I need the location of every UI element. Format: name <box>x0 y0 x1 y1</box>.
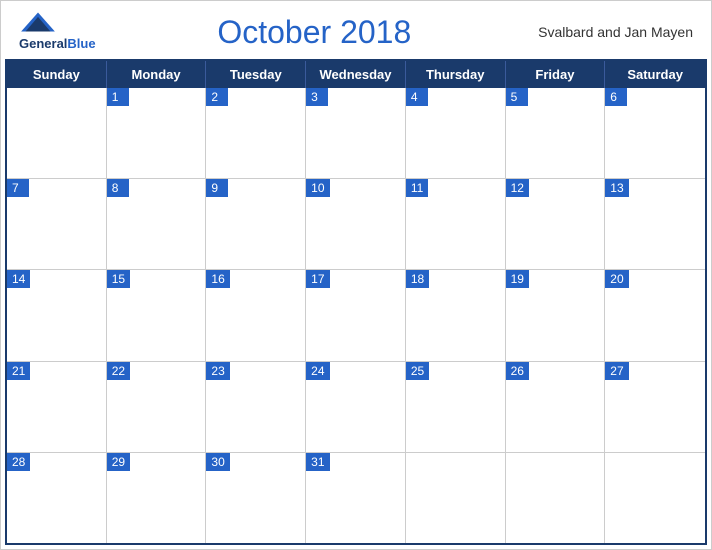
day-number: 14 <box>7 270 30 288</box>
day-number: 15 <box>107 270 130 288</box>
day-number: 28 <box>7 453 30 471</box>
day-cell: 28 <box>7 453 107 543</box>
week-row-2: 7 8 9 10 11 12 13 <box>7 179 705 270</box>
day-number: 22 <box>107 362 130 380</box>
day-cell: 19 <box>506 270 606 360</box>
day-number: 27 <box>605 362 628 380</box>
day-number: 7 <box>7 179 29 197</box>
week-row-5: 28 29 30 31 <box>7 453 705 543</box>
day-number: 31 <box>306 453 329 471</box>
day-header-monday: Monday <box>107 61 207 88</box>
calendar-container: GeneralBlue October 2018 Svalbard and Ja… <box>0 0 712 550</box>
day-cell: 11 <box>406 179 506 269</box>
day-cell: 12 <box>506 179 606 269</box>
day-number: 5 <box>506 88 528 106</box>
day-number: 8 <box>107 179 129 197</box>
month-title: October 2018 <box>96 14 533 51</box>
day-number: 13 <box>605 179 628 197</box>
day-cell: 21 <box>7 362 107 452</box>
day-number: 21 <box>7 362 30 380</box>
day-number: 25 <box>406 362 429 380</box>
calendar-header: GeneralBlue October 2018 Svalbard and Ja… <box>1 1 711 59</box>
day-headers: SundayMondayTuesdayWednesdayThursdayFrid… <box>7 61 705 88</box>
day-cell: 16 <box>206 270 306 360</box>
day-cell: 1 <box>107 88 207 178</box>
day-cell: 25 <box>406 362 506 452</box>
day-number: 19 <box>506 270 529 288</box>
day-cell: 20 <box>605 270 705 360</box>
day-number: 20 <box>605 270 628 288</box>
day-cell: 22 <box>107 362 207 452</box>
day-cell: 15 <box>107 270 207 360</box>
day-cell: 5 <box>506 88 606 178</box>
logo-area: GeneralBlue <box>19 11 96 53</box>
day-number: 30 <box>206 453 229 471</box>
day-number: 11 <box>406 179 428 197</box>
day-number: 1 <box>107 88 129 106</box>
day-cell <box>506 453 606 543</box>
day-cell: 7 <box>7 179 107 269</box>
day-cell: 17 <box>306 270 406 360</box>
day-header-sunday: Sunday <box>7 61 107 88</box>
week-row-3: 14 15 16 17 18 19 20 <box>7 270 705 361</box>
day-cell: 6 <box>605 88 705 178</box>
day-header-friday: Friday <box>506 61 606 88</box>
day-number: 26 <box>506 362 529 380</box>
calendar-grid-wrapper: SundayMondayTuesdayWednesdayThursdayFrid… <box>5 59 707 545</box>
day-cell: 3 <box>306 88 406 178</box>
week-row-1: 1 2 3 4 5 6 <box>7 88 705 179</box>
day-number: 17 <box>306 270 329 288</box>
day-cell: 23 <box>206 362 306 452</box>
day-number: 23 <box>206 362 229 380</box>
day-cell: 24 <box>306 362 406 452</box>
day-number: 9 <box>206 179 228 197</box>
day-header-tuesday: Tuesday <box>206 61 306 88</box>
day-header-thursday: Thursday <box>406 61 506 88</box>
day-cell <box>7 88 107 178</box>
day-number: 18 <box>406 270 429 288</box>
logo-text: GeneralBlue <box>19 35 96 53</box>
day-cell <box>605 453 705 543</box>
region-name: Svalbard and Jan Mayen <box>533 24 693 40</box>
day-cell: 18 <box>406 270 506 360</box>
day-number: 12 <box>506 179 529 197</box>
day-number: 29 <box>107 453 130 471</box>
day-cell: 31 <box>306 453 406 543</box>
day-cell: 29 <box>107 453 207 543</box>
day-cell: 30 <box>206 453 306 543</box>
day-number: 4 <box>406 88 428 106</box>
day-number: 2 <box>206 88 228 106</box>
day-cell: 8 <box>107 179 207 269</box>
day-cell: 14 <box>7 270 107 360</box>
day-cell: 13 <box>605 179 705 269</box>
weeks: 1234567891011121314151617181920212223242… <box>7 88 705 543</box>
day-number: 10 <box>306 179 329 197</box>
day-cell <box>406 453 506 543</box>
day-cell: 27 <box>605 362 705 452</box>
day-number: 24 <box>306 362 329 380</box>
week-row-4: 21 22 23 24 25 26 27 <box>7 362 705 453</box>
day-cell: 26 <box>506 362 606 452</box>
day-number: 16 <box>206 270 229 288</box>
day-cell: 2 <box>206 88 306 178</box>
day-header-saturday: Saturday <box>605 61 705 88</box>
general-blue-logo-icon <box>19 11 57 33</box>
day-number: 6 <box>605 88 627 106</box>
day-number: 3 <box>306 88 328 106</box>
day-header-wednesday: Wednesday <box>306 61 406 88</box>
day-cell: 4 <box>406 88 506 178</box>
day-cell: 9 <box>206 179 306 269</box>
day-cell: 10 <box>306 179 406 269</box>
